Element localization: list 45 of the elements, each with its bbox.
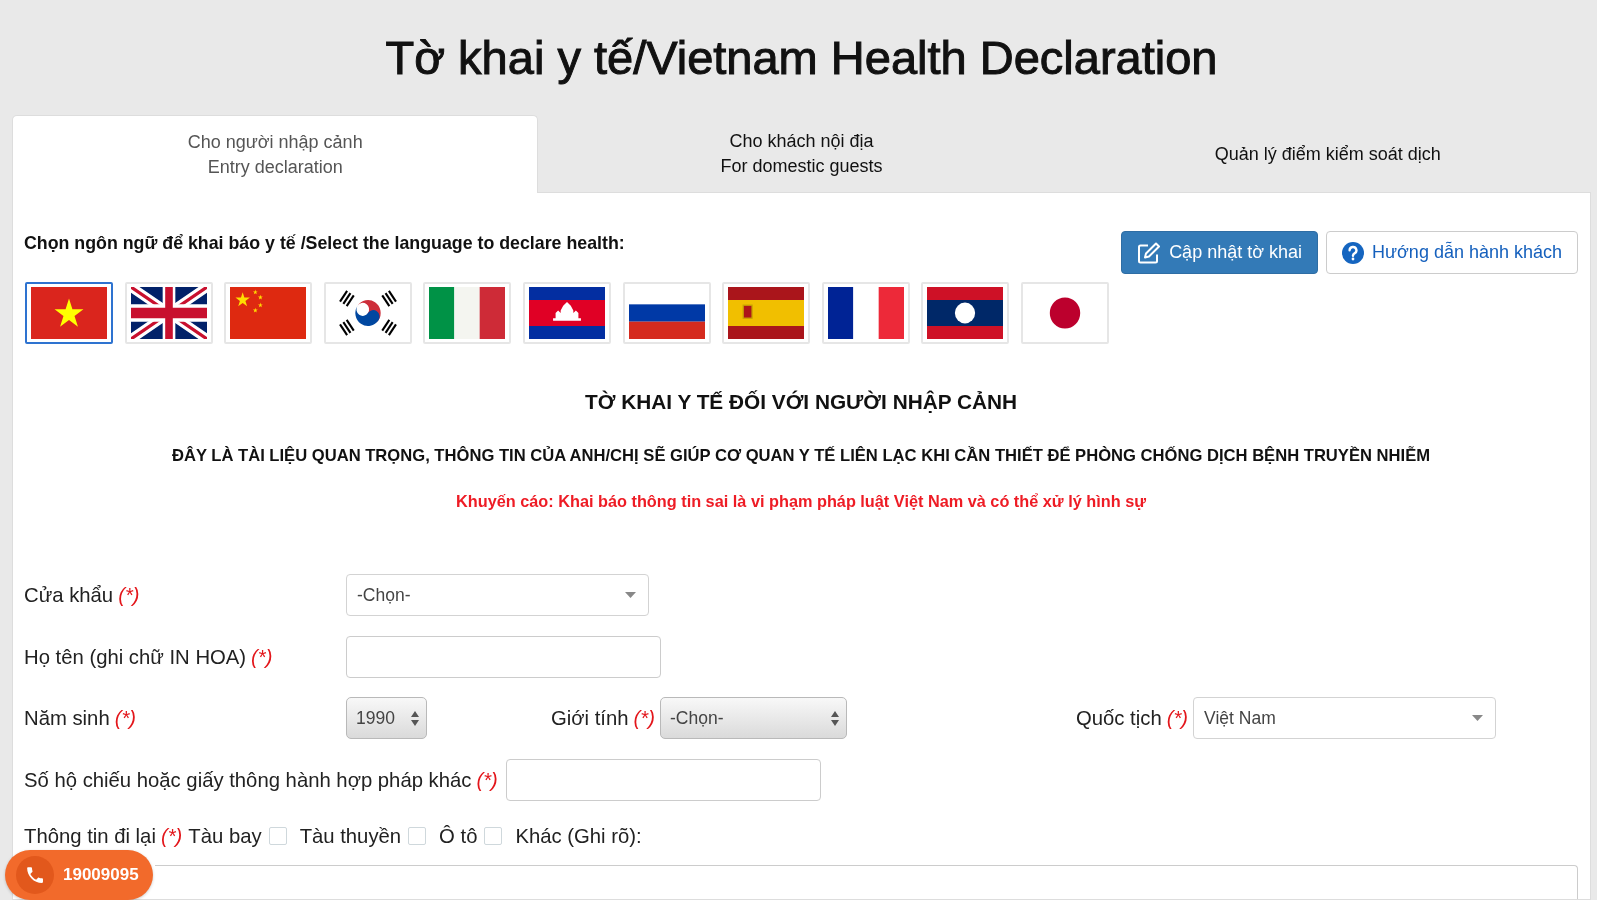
update-button[interactable]: Cập nhật tờ khai bbox=[1121, 231, 1318, 274]
field-label: Số hộ chiếu hoặc giấy thông hành hợp pháp khác (*) bbox=[24, 767, 499, 792]
tab[interactable]: Cho người nhập cảnh Entry declaration bbox=[12, 115, 539, 193]
text-field[interactable] bbox=[346, 635, 661, 678]
edit-icon bbox=[1137, 241, 1162, 264]
flag-icon bbox=[927, 287, 1004, 339]
updown-arrows-icon bbox=[830, 710, 839, 726]
option-label: Tàu thuyền bbox=[299, 824, 402, 847]
tab[interactable]: Quản lý điểm kiểm soát dịch bbox=[1064, 115, 1591, 192]
option-label: Tàu bay bbox=[188, 824, 262, 847]
phone-icon bbox=[16, 856, 54, 894]
select-field[interactable]: 1990 bbox=[346, 697, 427, 739]
checkbox[interactable] bbox=[408, 826, 427, 845]
help-icon bbox=[1342, 241, 1364, 264]
flag-icon bbox=[130, 287, 207, 339]
field-label: Cửa khẩu (*) bbox=[24, 583, 141, 607]
dropdown[interactable]: Việt Nam bbox=[1193, 697, 1497, 739]
field-label: Họ tên (ghi chữ IN HOA) (*) bbox=[24, 644, 274, 669]
field-label: Giới tính (*) bbox=[550, 706, 656, 730]
flag-icon bbox=[528, 287, 605, 339]
select-field[interactable]: -Chọn- bbox=[659, 697, 847, 739]
text-field[interactable] bbox=[505, 758, 821, 801]
flag-icon bbox=[728, 287, 805, 339]
page-title: Tờ khai y tế/Vietnam Health Declaration bbox=[384, 30, 1219, 86]
field-label: Năm sinh (*) bbox=[24, 706, 138, 730]
flag-icon bbox=[31, 287, 107, 339]
checkbox[interactable] bbox=[268, 826, 287, 845]
guide-button[interactable]: Hướng dẫn hành khách bbox=[1326, 231, 1578, 274]
tab[interactable]: Cho khách nội địa For domestic guests bbox=[538, 115, 1065, 192]
flag-icon bbox=[827, 287, 904, 339]
caret-icon bbox=[1472, 715, 1484, 721]
option-label: Ô tô bbox=[439, 824, 478, 847]
form-title: TỜ KHAI Y TẾ ĐỐI VỚI NGƯỜI NHẬP CẢNH bbox=[583, 389, 1019, 415]
field-label: Thông tin đi lại (*) bbox=[24, 824, 184, 847]
updown-arrows-icon bbox=[411, 710, 419, 726]
warning-text: Khuyến cáo: Khai báo thông tin sai là vi phạm pháp luật Việt Nam và có thể xử lý hình sự bbox=[455, 491, 1147, 512]
flag-icon bbox=[230, 287, 307, 339]
flag-icon bbox=[429, 287, 506, 339]
caret-icon bbox=[625, 592, 636, 598]
notice-text: ĐÂY LÀ TÀI LIỆU QUAN TRỌNG, THÔNG TIN CỦA ANH/CHỊ SẼ GIÚP CƠ QUAN Y TẾ LIÊN LẠC KHI CẦN THIẾT ĐỂ PHÒNG CHỐNG DỊCH BỆNH TRUYỀN NHIỄM bbox=[170, 445, 1432, 467]
field-label: Quốc tịch (*) bbox=[1075, 706, 1190, 730]
dropdown[interactable]: -Chọn- bbox=[346, 574, 649, 616]
language-prompt: Chọn ngôn ngữ để khai báo y tế /Select the language to declare health: bbox=[24, 232, 626, 255]
checkbox[interactable] bbox=[484, 826, 503, 845]
option-label: Khác (Ghi rõ): bbox=[515, 824, 642, 847]
